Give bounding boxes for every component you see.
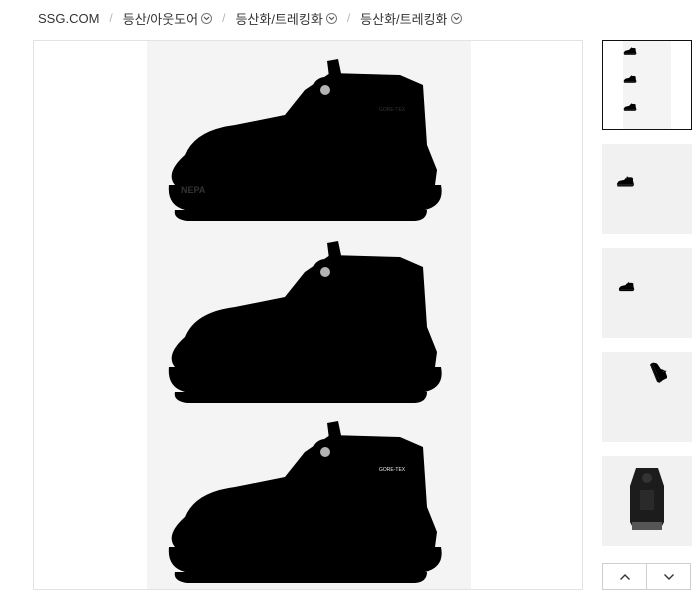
thumbnail-5[interactable] (602, 456, 692, 546)
breadcrumb-separator: / (346, 11, 351, 25)
breadcrumb-label: 등산화/트레킹화 (235, 11, 323, 27)
main-product-image[interactable]: NEPA GORE-TEX GORE-TEX (33, 40, 583, 590)
beige-boot (169, 59, 442, 221)
breadcrumb-label: 등산화/트레킹화 (360, 11, 448, 27)
brand-logo: NEPA (181, 185, 206, 195)
thumbnail-4[interactable] (602, 352, 692, 442)
thumbnail-black-shoe (602, 248, 692, 338)
chevron-down-icon (663, 573, 674, 580)
chevron-down-circle-icon (450, 12, 462, 24)
thumbnail-2[interactable] (602, 144, 692, 234)
thumbnail-prev-button[interactable] (603, 564, 646, 589)
breadcrumb-separator: / (109, 11, 113, 25)
breadcrumb-category-2[interactable]: 등산화/트레킹화 (235, 9, 337, 28)
chevron-up-icon (619, 573, 630, 580)
thumbnail-black-shoe-back (630, 468, 664, 530)
breadcrumb-label: 등산/아웃도어 (122, 11, 199, 27)
breadcrumb-category-1[interactable]: 등산/아웃도어 (122, 9, 213, 28)
thumbnail-three-shoes (623, 41, 671, 129)
breadcrumb-category-3[interactable]: 등산화/트레킹화 (360, 9, 462, 28)
product-photo: NEPA GORE-TEX GORE-TEX (147, 41, 471, 590)
chevron-down-circle-icon (325, 12, 337, 24)
thumbnail-black-shoe-top (602, 352, 692, 442)
brown-boot (169, 421, 442, 583)
goretex-badge: GORE-TEX (379, 107, 406, 113)
breadcrumb-home[interactable]: SSG.COM (38, 11, 99, 26)
thumbnail-brown-shoe (602, 144, 692, 234)
chevron-down-circle-icon (201, 12, 213, 24)
goretex-badge: GORE-TEX (379, 467, 406, 473)
thumbnail-pager (602, 563, 691, 590)
thumbnail-1[interactable] (602, 40, 692, 130)
thumbnail-next-button[interactable] (646, 564, 690, 589)
breadcrumb-separator: / (222, 11, 226, 25)
thumbnail-3[interactable] (602, 248, 692, 338)
breadcrumb: SSG.COM / 등산/아웃도어 / 등산화/트레킹화 / 등산화/트레킹화 (38, 9, 462, 27)
three-boots-illustration: NEPA GORE-TEX GORE-TEX (147, 41, 471, 590)
black-boot (169, 241, 442, 403)
